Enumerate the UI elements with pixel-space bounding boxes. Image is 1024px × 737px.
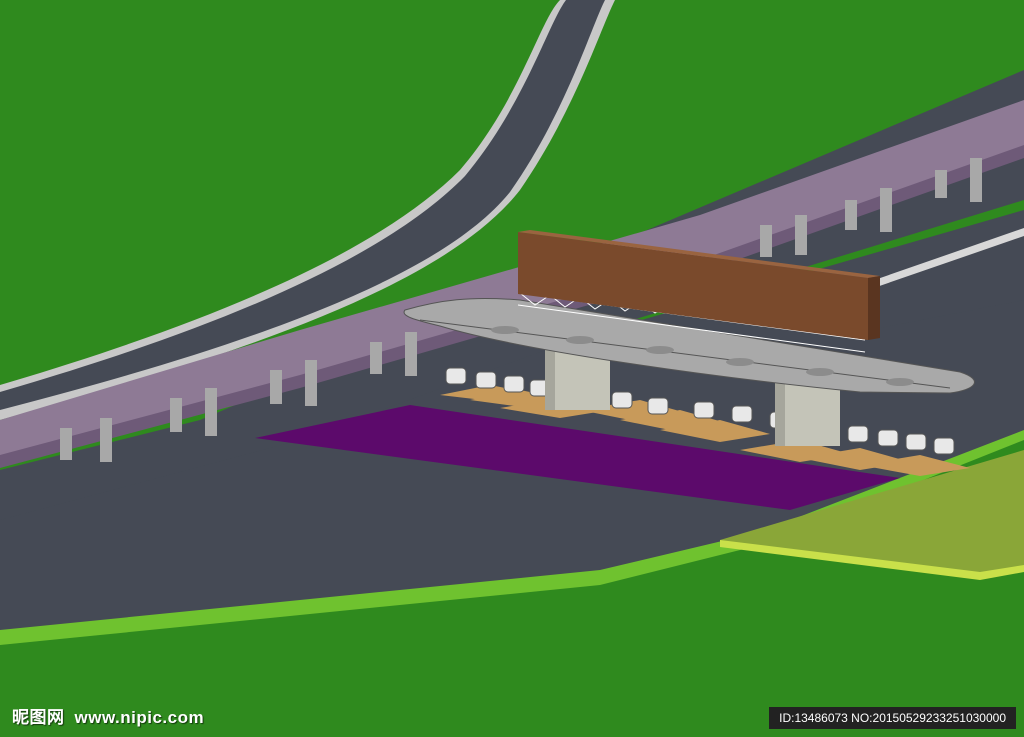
image-id-badge: ID:13486073 NO:20150529233251030000 xyxy=(769,707,1016,729)
site-url[interactable]: www.nipic.com xyxy=(75,708,205,727)
brand-text: 昵图网 xyxy=(12,708,65,728)
toll-plaza-scene xyxy=(0,0,1024,737)
watermark-brand: 昵图网 www.nipic.com xyxy=(12,706,204,730)
